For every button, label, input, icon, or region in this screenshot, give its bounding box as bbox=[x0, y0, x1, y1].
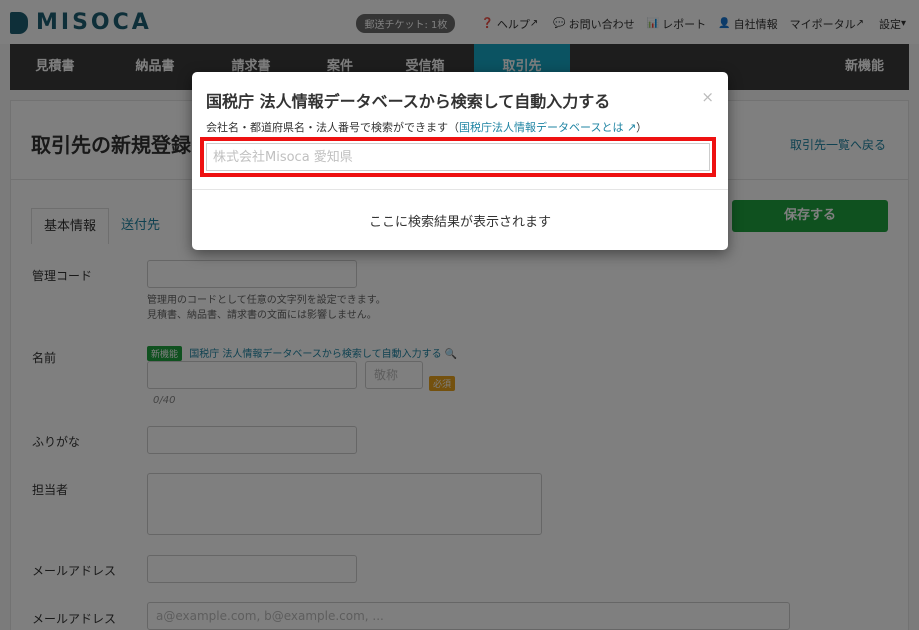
modal-description-text: 会社名・都道府県名・法人番号で検索ができます（ bbox=[206, 121, 459, 134]
modal-description: 会社名・都道府県名・法人番号で検索ができます（国税庁法人情報データベースとは ↗… bbox=[206, 119, 647, 135]
external-link-icon: ↗ bbox=[626, 121, 637, 134]
corp-db-info-link[interactable]: 国税庁法人情報データベースとは ↗ bbox=[459, 121, 636, 134]
corp-search-modal: 国税庁 法人情報データベースから検索して自動入力する × 会社名・都道府県名・法… bbox=[192, 72, 728, 250]
search-results-placeholder: ここに検索結果が表示されます bbox=[368, 215, 551, 230]
corp-search-input[interactable] bbox=[206, 143, 710, 171]
modal-description-suffix: ） bbox=[636, 121, 648, 134]
modal-divider bbox=[192, 189, 728, 190]
search-highlight-box bbox=[200, 137, 716, 177]
close-icon[interactable]: × bbox=[701, 88, 714, 106]
modal-title: 国税庁 法人情報データベースから検索して自動入力する bbox=[206, 92, 611, 111]
corp-db-info-link-label: 国税庁法人情報データベースとは bbox=[459, 121, 624, 134]
